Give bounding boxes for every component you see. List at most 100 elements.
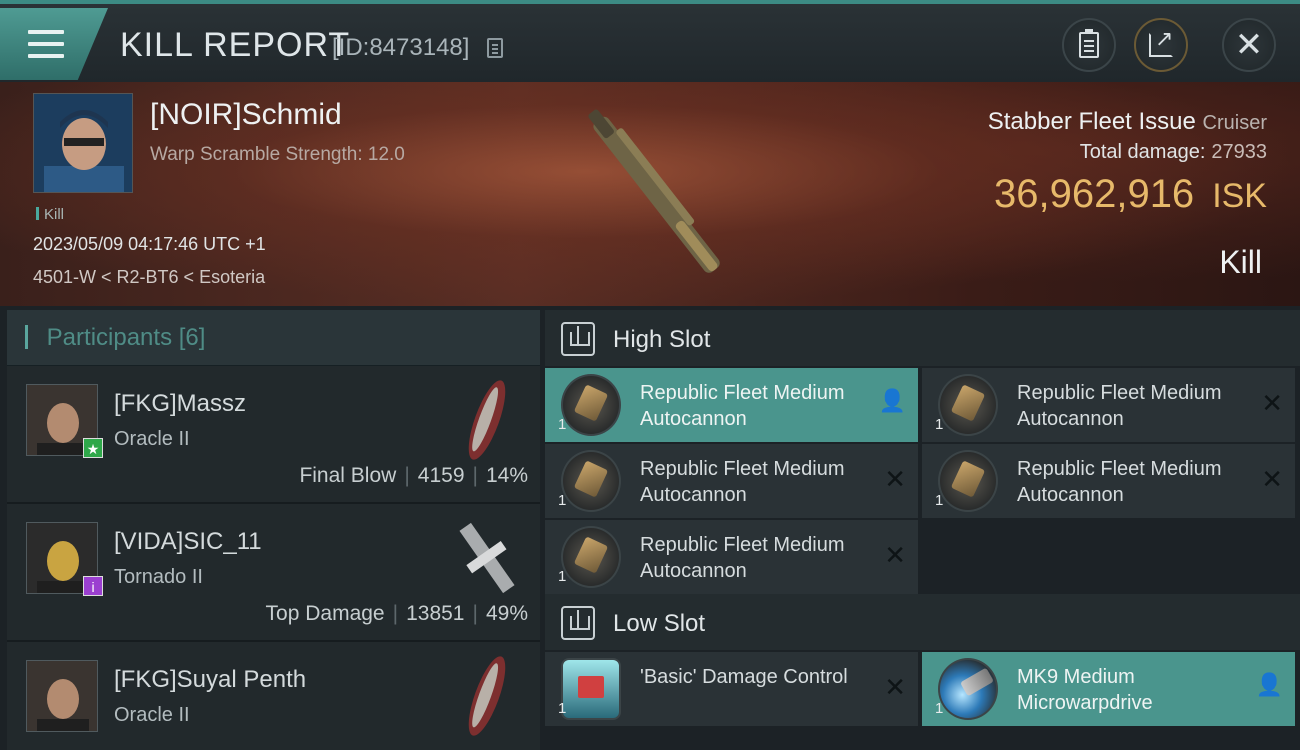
damage-value: 27933 [1211,141,1267,163]
module-quantity: 1 [935,700,944,717]
avatar [34,94,132,192]
module-name: MK9 Medium Microwarpdrive [1017,666,1153,714]
isk-unit: ISK [1212,177,1267,215]
avatar [26,660,98,732]
close-icon: ✕ [1261,388,1283,418]
low-slot-icon [561,606,595,640]
module-quantity: 1 [558,416,567,433]
module-quantity: 1 [935,416,944,433]
module-slot[interactable]: 1 Republic Fleet Medium Autocannon 👤 [545,368,918,442]
module-name: 'Basic' Damage Control [640,666,848,688]
participant-name[interactable]: [VIDA]SIC_11 [114,528,262,556]
result-label: Kill [1219,244,1262,280]
participant-damage: 13851 [406,602,465,625]
participant-row[interactable]: ★ [FKG]Massz Oracle II Final Blow | 4159 | 14% [7,366,540,504]
participant-ship-image [452,374,522,466]
ship-class: Cruiser [1202,112,1267,134]
corp-badge: i [83,576,103,596]
participants-list: ★ [FKG]Massz Oracle II Final Blow | 4159 | 14% i… [7,366,540,750]
isk-value: 36,962,916 [993,172,1195,216]
kill-timestamp: 2023/05/09 04:17:46 UTC +1 [33,234,266,254]
page-title: KILL REPORT [120,26,351,64]
isk-value-line: 36,962,916 ISK [994,172,1267,217]
low-slot-header: Low Slot [545,594,1300,650]
menu-button[interactable] [0,8,108,80]
module-quantity: 1 [558,492,567,509]
participant-ship: Oracle II [114,704,190,726]
participant-name[interactable]: [FKG]Suyal Penth [114,666,306,694]
module-quantity: 1 [558,700,567,717]
person-icon: 👤 [878,388,906,413]
module-slot[interactable]: 1 Republic Fleet Medium Autocannon ✕ [922,444,1295,518]
low-slot-label: Low Slot [613,610,706,637]
participant-stats: Top Damage | 13851 | 49% [265,602,528,625]
hamburger-icon [28,30,64,58]
close-icon: ✕ [1261,464,1283,494]
copy-icon[interactable] [487,38,503,58]
high-slot-header: High Slot [545,310,1300,366]
module-slot[interactable]: 1 MK9 Medium Microwarpdrive 👤 [922,652,1295,726]
victim-ship-image [588,109,720,273]
kill-location[interactable]: 4501-W < R2-BT6 < Esoteria [33,267,265,288]
person-icon: 👤 [1255,672,1283,697]
close-icon: ✕ [884,464,906,494]
module-icon [561,374,621,436]
kill-tag: Kill [36,206,64,223]
participant-role: Top Damage [265,602,385,625]
participant-name[interactable]: [FKG]Massz [114,390,246,418]
participant-percent: 14% [485,464,528,487]
close-icon: ✕ [884,672,906,702]
participants-header[interactable]: Participants [6] [7,310,540,366]
corp-badge: ★ [83,438,103,458]
module-name: Republic Fleet Medium Autocannon [1017,382,1222,430]
module-quantity: 1 [935,492,944,509]
module-name: Republic Fleet Medium Autocannon [640,458,845,506]
module-icon [938,450,998,512]
high-slot-label: High Slot [613,326,711,353]
participant-ship: Oracle II [114,428,190,450]
participant-ship: Tornado II [114,566,203,588]
participants-count: [6] [178,324,206,351]
fitting-panel: High Slot 1 Republic Fleet Medium Autocan… [545,310,1300,750]
module-slot[interactable]: 1 Republic Fleet Medium Autocannon ✕ [545,520,918,594]
header-bar: KILL REPORT [ID:8473148] ✕ [0,0,1300,82]
module-name: Republic Fleet Medium Autocannon [640,382,845,430]
module-slot[interactable]: 1 'Basic' Damage Control ✕ [545,652,918,726]
module-slot[interactable]: 1 Republic Fleet Medium Autocannon ✕ [922,368,1295,442]
participant-row[interactable]: [FKG]Suyal Penth Oracle II [7,642,540,750]
participant-row[interactable]: i [VIDA]SIC_11 Tornado II Top Damage | 13851 |… [7,504,540,642]
module-name: Republic Fleet Medium Autocannon [1017,458,1222,506]
participant-role: Final Blow [299,464,397,487]
victim-name[interactable]: [NOIR]Schmid [150,98,342,132]
close-icon: ✕ [1234,26,1264,64]
share-icon [1149,26,1173,57]
module-quantity: 1 [558,568,567,585]
victim-stat: Warp Scramble Strength: 12.0 [150,144,405,165]
module-icon [561,450,621,512]
module-icon [938,658,998,720]
clipboard-icon [1079,29,1099,58]
participant-ship-image [452,650,522,742]
participant-ship-image [452,512,522,604]
report-id: [ID:8473148] [332,34,470,61]
victim-ship-name: Stabber Fleet Issue Cruiser [988,108,1267,136]
damage-label: Total damage: [1079,141,1206,163]
ship-name-text: Stabber Fleet Issue [987,108,1196,135]
participants-panel: Participants [6] ★ [FKG]Massz Oracle II Fin… [7,310,540,750]
module-slot[interactable]: 1 Republic Fleet Medium Autocannon ✕ [545,444,918,518]
participants-label: Participants [46,324,173,351]
module-icon [561,658,621,720]
close-icon: ✕ [884,540,906,570]
clipboard-button[interactable] [1062,18,1116,72]
participant-percent: 49% [485,602,528,625]
share-button[interactable] [1134,18,1188,72]
participant-stats: Final Blow | 4159 | 14% [299,464,528,487]
total-damage: Total damage: 27933 [1080,141,1267,164]
high-slot-icon [561,322,595,356]
close-button[interactable]: ✕ [1222,18,1276,72]
victim-portrait[interactable] [33,93,133,193]
participant-damage: 4159 [417,464,465,487]
module-name: Republic Fleet Medium Autocannon [640,534,845,582]
module-icon [561,526,621,588]
module-icon [938,374,998,436]
